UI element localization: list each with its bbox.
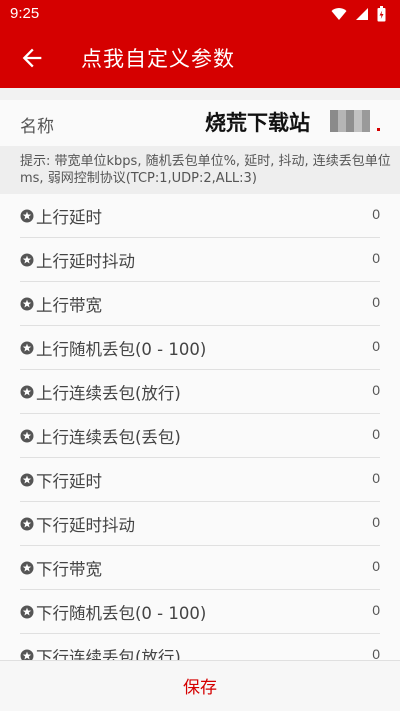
status-bar: 9:25 (0, 0, 400, 28)
param-row[interactable]: 下行连续丢包(放行) 0 (20, 634, 380, 660)
param-label: 下行延时抖动 (36, 516, 135, 535)
param-label: 下行随机丢包(0 - 100) (36, 604, 207, 623)
footer-bar: 保存 (0, 660, 400, 711)
param-value[interactable]: 0 (372, 602, 380, 618)
star-circle-icon (20, 297, 34, 311)
param-row[interactable]: 上行带宽 0 (20, 282, 380, 326)
param-value[interactable]: 0 (372, 382, 380, 398)
redacted-block (330, 110, 370, 132)
status-icons (331, 6, 386, 22)
star-circle-icon (20, 605, 34, 619)
param-label: 上行连续丢包(放行) (36, 384, 181, 403)
param-value[interactable]: 0 (372, 470, 380, 486)
page-title: 点我自定义参数 (81, 47, 235, 71)
param-row[interactable]: 上行延时抖动 0 (20, 238, 380, 282)
red-dot (377, 128, 380, 131)
param-label: 上行延时抖动 (36, 252, 135, 271)
star-circle-icon (20, 209, 34, 223)
star-circle-icon (20, 473, 34, 487)
param-label: 上行随机丢包(0 - 100) (36, 340, 207, 359)
param-value[interactable]: 0 (372, 338, 380, 354)
param-row[interactable]: 下行带宽 0 (20, 546, 380, 590)
param-row[interactable]: 上行连续丢包(丢包) 0 (20, 414, 380, 458)
param-row[interactable]: 下行随机丢包(0 - 100) 0 (20, 590, 380, 634)
param-row[interactable]: 下行延时抖动 0 (20, 502, 380, 546)
star-circle-icon (20, 253, 34, 267)
param-row[interactable]: 下行延时 0 (20, 458, 380, 502)
param-value[interactable]: 0 (372, 426, 380, 442)
screen: 9:25 点我自定义参数 名称 烧荒下载站 提示: 带宽单位kbps, 随机丢包… (0, 0, 400, 711)
param-row[interactable]: 上行连续丢包(放行) 0 (20, 370, 380, 414)
param-row[interactable]: 上行随机丢包(0 - 100) 0 (20, 326, 380, 370)
param-value[interactable]: 0 (372, 514, 380, 530)
param-list: 上行延时 0 上行延时抖动 0 上行带宽 0 上行随机丢包(0 - 100) 0 上行连续丢包(… (0, 194, 400, 660)
param-label: 上行带宽 (36, 296, 102, 315)
battery-icon (377, 6, 386, 22)
arrow-left-icon[interactable] (18, 44, 46, 72)
name-label: 名称 (20, 117, 54, 137)
signal-icon (356, 8, 368, 20)
name-field-row[interactable]: 名称 烧荒下载站 (0, 100, 400, 146)
param-label: 下行带宽 (36, 560, 102, 579)
param-row[interactable]: 上行延时 0 (20, 194, 380, 238)
param-value[interactable]: 0 (372, 558, 380, 574)
star-circle-icon (20, 517, 34, 531)
hint-box: 提示: 带宽单位kbps, 随机丢包单位%, 延时, 抖动, 连续丢包单位ms,… (0, 146, 400, 194)
param-label: 上行延时 (36, 208, 102, 227)
app-bar: 点我自定义参数 (0, 28, 400, 88)
star-circle-icon (20, 561, 34, 575)
param-label: 下行连续丢包(放行) (36, 648, 181, 660)
param-value[interactable]: 0 (372, 250, 380, 266)
hint-text: 提示: 带宽单位kbps, 随机丢包单位%, 延时, 抖动, 连续丢包单位ms,… (20, 154, 391, 186)
save-button[interactable]: 保存 (0, 673, 400, 698)
param-value[interactable]: 0 (372, 646, 380, 660)
wifi-icon (331, 8, 347, 20)
star-circle-icon (20, 341, 34, 355)
param-value[interactable]: 0 (372, 294, 380, 310)
star-circle-icon (20, 385, 34, 399)
star-circle-icon (20, 429, 34, 443)
param-label: 下行延时 (36, 472, 102, 491)
name-value[interactable]: 烧荒下载站 (205, 107, 310, 137)
param-value[interactable]: 0 (372, 206, 380, 222)
star-circle-icon (20, 649, 34, 660)
param-label: 上行连续丢包(丢包) (36, 428, 181, 447)
status-time: 9:25 (10, 5, 40, 22)
